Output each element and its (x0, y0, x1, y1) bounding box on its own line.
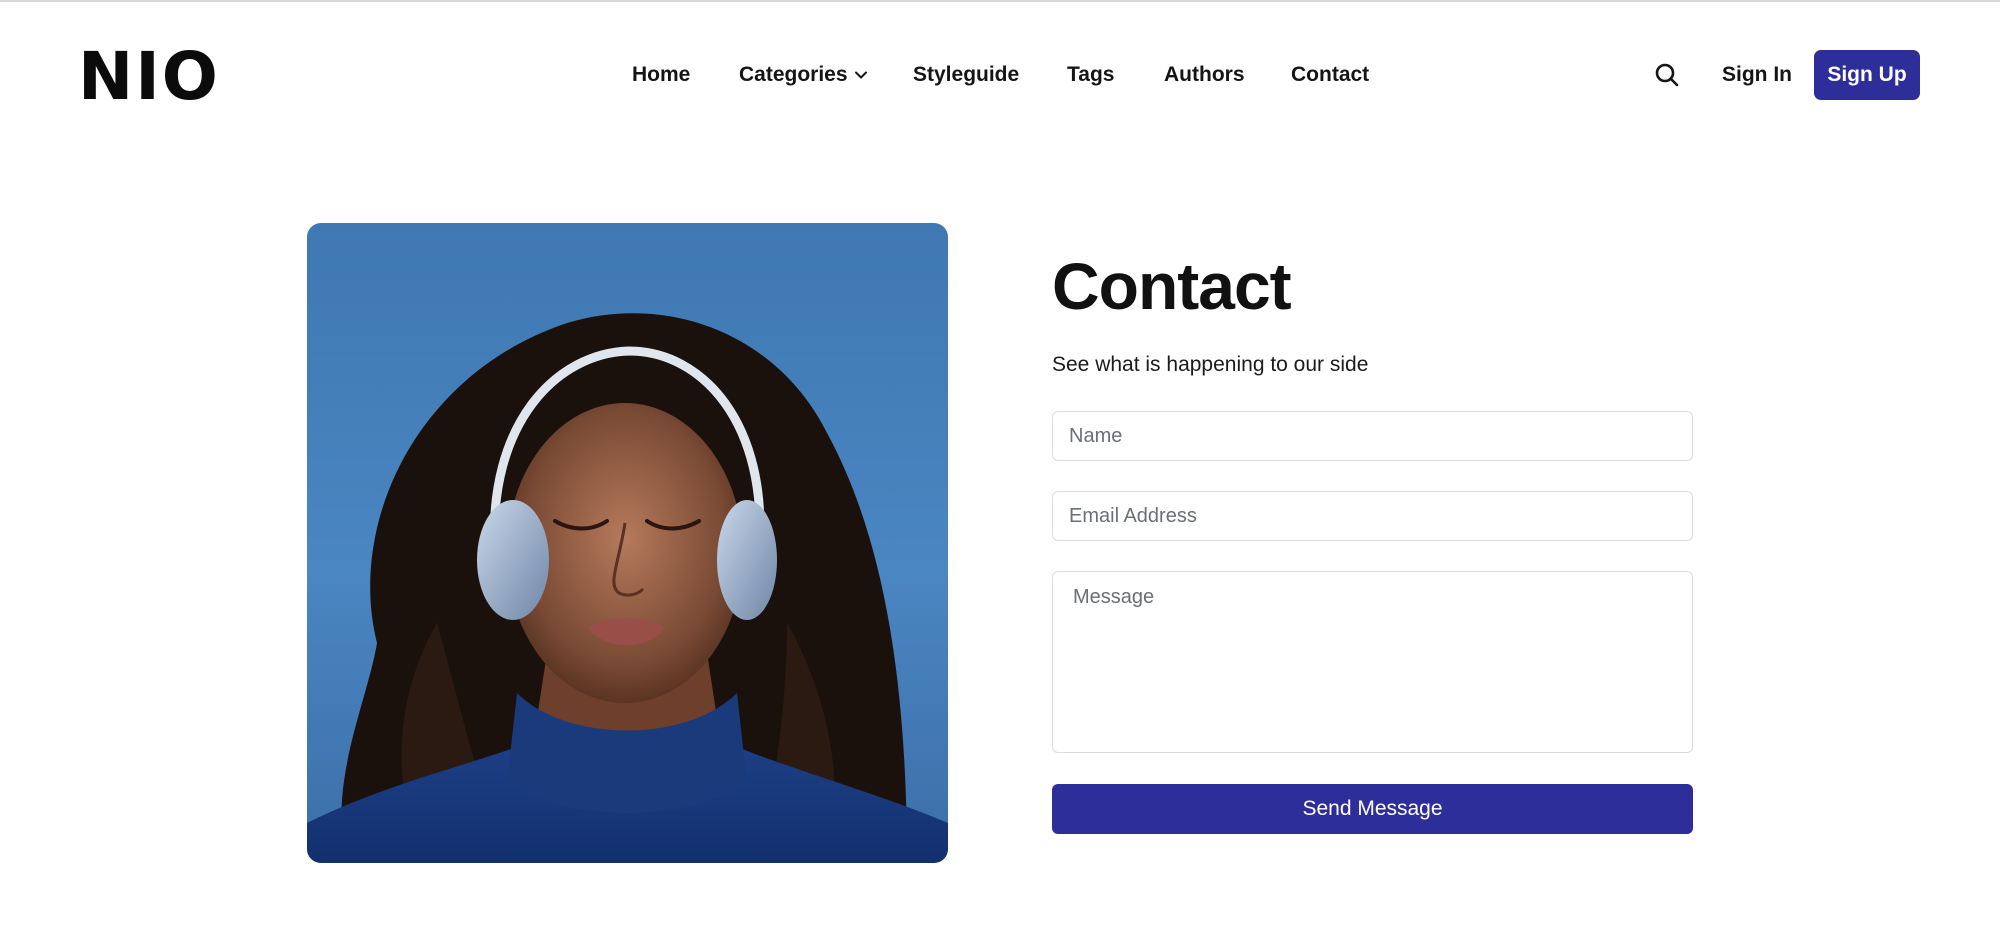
hero-photo (307, 223, 948, 863)
page-title: Contact (1052, 249, 1292, 323)
search-icon (1655, 63, 1679, 87)
email-field[interactable] (1052, 491, 1693, 541)
chevron-down-icon (854, 71, 867, 79)
main-nav: Home Categories Styleguide Tags Authors … (0, 60, 2000, 90)
nav-item-styleguide[interactable]: Styleguide (913, 60, 1019, 90)
nav-item-authors[interactable]: Authors (1164, 60, 1245, 90)
sign-up-button[interactable]: Sign Up (1814, 50, 1920, 100)
nav-item-categories[interactable]: Categories (739, 60, 868, 90)
name-field[interactable] (1052, 411, 1693, 461)
page-subtitle: See what is happening to our side (1052, 353, 1369, 376)
search-button[interactable] (1652, 60, 1682, 90)
site-header: NIO Home Categories Styleguide Tags Auth… (0, 2, 2000, 142)
message-field[interactable] (1052, 571, 1693, 753)
nav-item-tags[interactable]: Tags (1067, 60, 1114, 90)
woman-with-headphones-illustration (307, 313, 948, 863)
send-message-button[interactable]: Send Message (1052, 784, 1693, 834)
sign-in-link[interactable]: Sign In (1722, 60, 1792, 90)
nav-item-categories-label: Categories (739, 63, 848, 86)
nav-item-contact[interactable]: Contact (1291, 60, 1369, 90)
nav-item-home[interactable]: Home (632, 60, 690, 90)
